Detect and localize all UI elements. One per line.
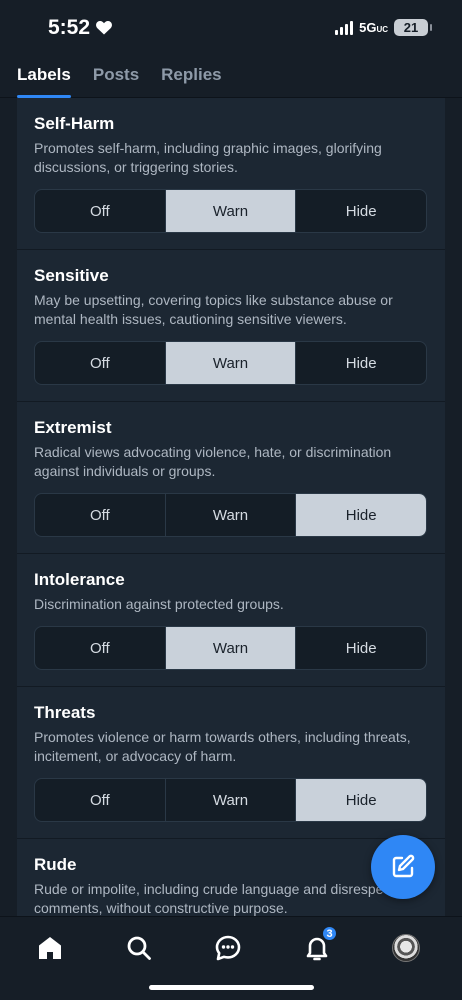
label-card-intolerance: Intolerance Discrimination against prote… <box>17 554 445 687</box>
option-warn[interactable]: Warn <box>165 190 297 232</box>
nav-notifications[interactable]: 3 <box>300 925 338 965</box>
label-title: Rude <box>34 855 77 874</box>
nav-profile[interactable] <box>389 931 423 965</box>
visibility-selector: Off Warn Hide <box>34 626 427 670</box>
labels-list: Self-Harm Promotes self-harm, including … <box>17 98 445 916</box>
label-description: May be upsetting, covering topics like s… <box>34 292 393 327</box>
label-title: Extremist <box>34 418 112 437</box>
option-off[interactable]: Off <box>35 342 166 384</box>
visibility-selector: Off Warn Hide <box>34 493 427 537</box>
search-icon <box>127 936 151 960</box>
option-off[interactable]: Off <box>35 494 166 536</box>
avatar <box>392 934 420 962</box>
label-description: Discrimination against protected groups. <box>34 596 284 612</box>
option-off[interactable]: Off <box>35 627 166 669</box>
label-title: Threats <box>34 703 96 722</box>
heart-icon <box>96 21 112 35</box>
notification-badge: 3 <box>321 925 338 942</box>
option-warn[interactable]: Warn <box>166 779 297 821</box>
chat-icon <box>215 935 241 961</box>
tab-replies[interactable]: Replies <box>161 56 221 98</box>
battery-icon: 21 <box>394 19 432 36</box>
option-hide[interactable]: Hide <box>296 494 426 536</box>
option-off[interactable]: Off <box>35 779 166 821</box>
nav-search[interactable] <box>122 931 156 965</box>
status-bar: 5:52 5GUC 21 <box>0 0 462 56</box>
option-hide[interactable]: Hide <box>296 779 426 821</box>
label-description: Radical views advocating violence, hate,… <box>34 444 392 479</box>
home-indicator <box>149 985 314 990</box>
option-off[interactable]: Off <box>35 190 166 232</box>
signal-icon <box>335 20 354 35</box>
label-description: Promotes self-harm, including graphic im… <box>34 140 382 175</box>
network-label: 5GUC <box>359 20 388 35</box>
visibility-selector: Off Warn Hide <box>34 341 427 385</box>
option-warn[interactable]: Warn <box>165 627 297 669</box>
clock: 5:52 <box>48 16 91 39</box>
visibility-selector: Off Warn Hide <box>34 778 427 822</box>
status-time: 5:52 <box>48 16 112 40</box>
label-title: Self-Harm <box>34 114 115 133</box>
option-warn[interactable]: Warn <box>166 494 297 536</box>
option-hide[interactable]: Hide <box>296 342 426 384</box>
compose-icon <box>392 854 415 878</box>
option-hide[interactable]: Hide <box>296 627 426 669</box>
label-title: Intolerance <box>34 570 125 589</box>
nav-home[interactable] <box>33 931 67 965</box>
label-description: Rude or impolite, including crude langua… <box>34 881 410 916</box>
tab-bar: Labels Posts Replies <box>0 56 462 98</box>
option-hide[interactable]: Hide <box>296 190 426 232</box>
label-description: Promotes violence or harm towards others… <box>34 729 411 764</box>
compose-button[interactable] <box>371 835 435 899</box>
label-card-threats: Threats Promotes violence or harm toward… <box>17 687 445 839</box>
label-card-self-harm: Self-Harm Promotes self-harm, including … <box>17 98 445 250</box>
visibility-selector: Off Warn Hide <box>34 189 427 233</box>
label-title: Sensitive <box>34 266 109 285</box>
tab-labels[interactable]: Labels <box>17 56 71 98</box>
label-card-sensitive: Sensitive May be upsetting, covering top… <box>17 250 445 402</box>
home-icon <box>39 937 61 959</box>
label-card-extremist: Extremist Radical views advocating viole… <box>17 402 445 554</box>
nav-chat[interactable] <box>211 931 245 965</box>
option-warn[interactable]: Warn <box>165 342 297 384</box>
tab-posts[interactable]: Posts <box>93 56 139 98</box>
